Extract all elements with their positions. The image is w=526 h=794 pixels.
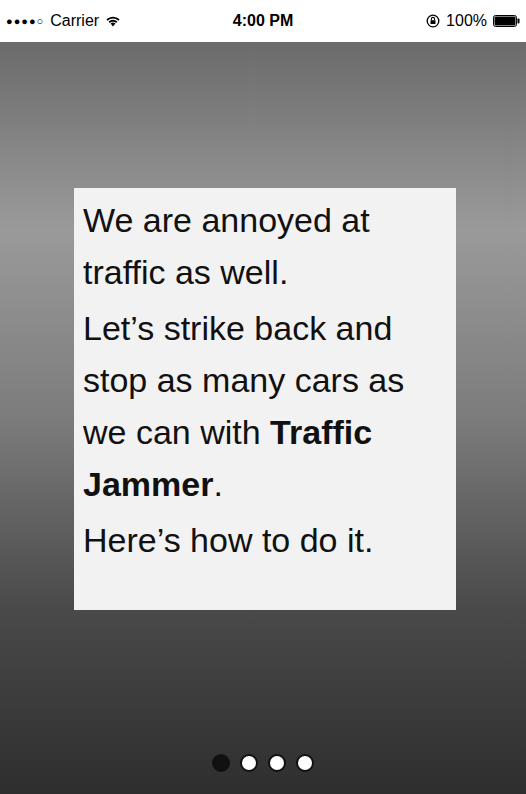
status-bar: ●●●●○ Carrier 4:00 PM 100%: [0, 0, 526, 42]
battery-icon: [493, 15, 520, 27]
intro-paragraph: We are annoyed at traffic as well.: [83, 194, 447, 298]
page-indicator: [0, 754, 526, 794]
intro-paragraph: Let’s strike back and stop as many cars …: [83, 302, 447, 510]
page-dot[interactable]: [296, 754, 314, 772]
carrier-label: Carrier: [50, 9, 99, 33]
wifi-icon: [105, 15, 121, 27]
signal-strength: ●●●●○: [6, 13, 44, 30]
battery-percent: 100%: [446, 9, 487, 33]
page-dot[interactable]: [268, 754, 286, 772]
page-dot[interactable]: [240, 754, 258, 772]
clock: 4:00 PM: [233, 9, 293, 33]
rotation-lock-icon: [426, 14, 440, 28]
page-dot[interactable]: [212, 754, 230, 772]
intro-card: We are annoyed at traffic as well.Let’s …: [74, 188, 456, 610]
app-screen: ●●●●○ Carrier 4:00 PM 100% We are annoyed at…: [0, 0, 526, 794]
background-photo: We are annoyed at traffic as well.Let’s …: [0, 42, 526, 794]
intro-paragraph: Here’s how to do it.: [83, 514, 447, 566]
